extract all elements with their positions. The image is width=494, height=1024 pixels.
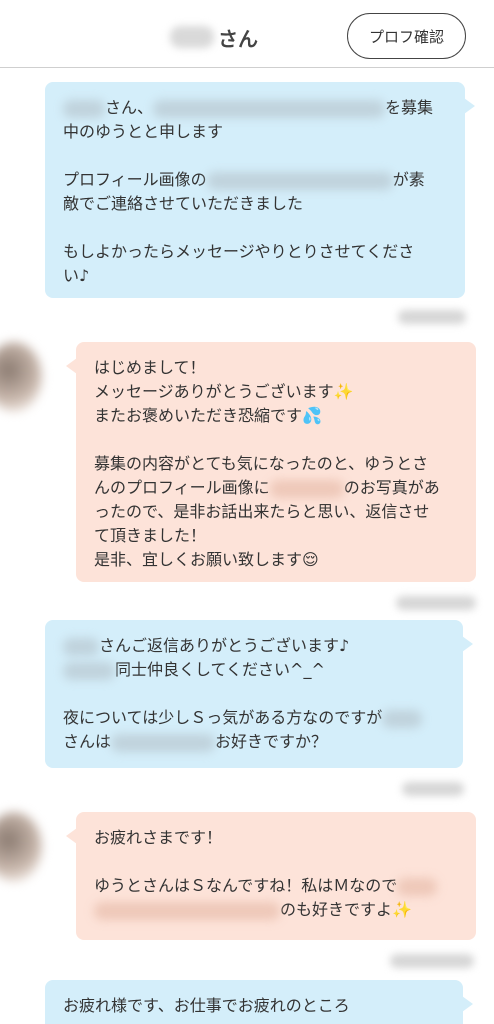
relieved-face-icon: 😌 (302, 550, 319, 569)
message-line: お疲れ様です、お仕事でお疲れのところ (63, 996, 350, 1015)
message-line: お疲れさまです！ (94, 828, 223, 847)
redacted-text (206, 171, 393, 190)
redacted-text (63, 99, 105, 118)
message-line: またお褒めいただき恐縮です💦 (94, 406, 322, 425)
sparkle-icon: ✨ (333, 382, 354, 401)
redacted-text (63, 661, 115, 680)
redacted-text (382, 709, 423, 728)
partner-avatar[interactable] (0, 342, 42, 412)
message-bubble-received-1: はじめまして！ メッセージありがとうございます✨ またお褒めいただき恐縮です💦 … (66, 342, 476, 582)
timestamp (390, 954, 474, 968)
profile-check-button[interactable]: プロフ確認 (347, 13, 466, 59)
message-line: さん、 を募集 (63, 96, 447, 120)
redacted-text (153, 99, 386, 118)
partner-avatar[interactable] (0, 812, 42, 882)
partner-name: さん (170, 22, 270, 52)
message-line: 是非、宜しくお願い致します😌 (94, 550, 319, 569)
message-bubble-sent-3: お疲れ様です、お仕事でお疲れのところ (45, 980, 473, 1024)
redacted-text (63, 637, 99, 656)
bubble-tail (66, 828, 77, 844)
chat-header: さん プロフ確認 (0, 0, 494, 68)
message-line: ったので、是非お話出来たらと思い、返信させ (94, 502, 430, 521)
redacted-name (170, 26, 214, 48)
redacted-text (269, 479, 344, 498)
message-line: 夜については少しＳっ気がある方なのですが (63, 706, 445, 730)
bubble-tail (66, 358, 77, 374)
sparkle-icon: ✨ (392, 900, 412, 919)
redacted-text (397, 877, 438, 896)
bubble-tail (464, 98, 475, 114)
message-line: プロフィール画像の が素 (63, 170, 425, 190)
redacted-text (111, 733, 216, 752)
sweat-drops-icon: 💦 (302, 406, 322, 425)
timestamp (396, 596, 476, 610)
message-line: さんは お好きですか？ (63, 732, 328, 752)
message-line: のも好きですよ✨ (94, 898, 458, 922)
timestamp (402, 782, 464, 796)
message-line: 中のゆうとと申します (63, 122, 224, 141)
message-line: メッセージありがとうございます✨ (94, 382, 354, 401)
message-line: 敵でご連絡させていただきました (63, 194, 304, 213)
bubble-tail (462, 636, 473, 652)
header-title: さん (218, 26, 258, 51)
redacted-text (94, 901, 280, 920)
message-line: さんご返信ありがとうございます♪ (63, 634, 445, 658)
message-line: て頂きました！ (94, 526, 207, 545)
message-line: い♪ (63, 266, 90, 285)
message-line: 同士仲良くしてください^_^ (63, 658, 445, 682)
message-line: はじめまして！ (94, 358, 206, 377)
message-line: んのプロフィール画像に のお写真があ (94, 478, 440, 498)
message-line: ゆうとさんはＳなんですね！私はＭなので (94, 874, 458, 898)
message-bubble-sent-1: さん、 を募集 中のゆうとと申します プロフィール画像の が素 敵でご連絡させていた… (45, 82, 475, 298)
timestamp (398, 310, 466, 324)
message-line: もしよかったらメッセージやりとりさせてくださ (63, 242, 415, 261)
message-line: 募集の内容がとても気になったのと、ゆうとさ (94, 454, 429, 473)
message-bubble-sent-2: さんご返信ありがとうございます♪ 同士仲良くしてください^_^ 夜については少し… (45, 620, 473, 768)
bubble-tail (462, 996, 473, 1012)
message-bubble-received-2: お疲れさまです！ ゆうとさんはＳなんですね！私はＭなので のも好きですよ✨ (66, 812, 476, 940)
